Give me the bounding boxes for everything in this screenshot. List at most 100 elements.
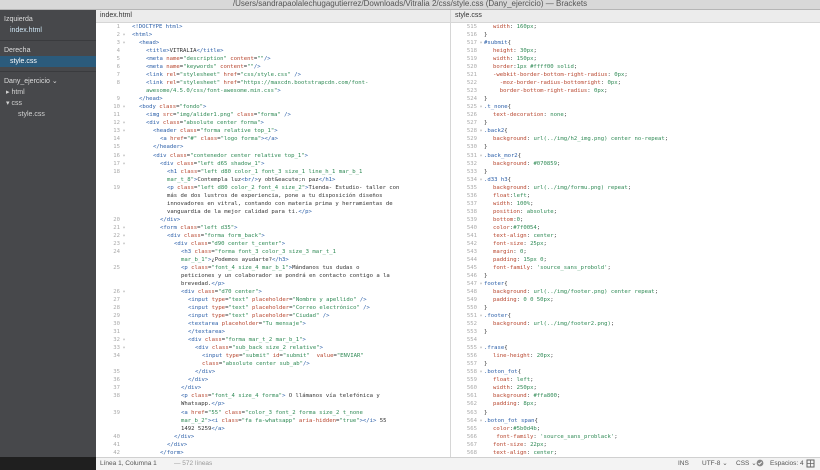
code-line[interactable]: 5<meta name="description" content=""/> [96, 55, 450, 63]
encoding-select[interactable]: UTF-8 ⌄ [702, 458, 728, 470]
code-line[interactable]: 26▾<div class="d70 center"> [96, 288, 450, 296]
code-line[interactable]: 20</div> [96, 216, 450, 224]
code-line[interactable]: 24<h3 class="forma font_3 color_3 size_3… [96, 248, 450, 256]
tab-index-html[interactable]: index.html [96, 10, 450, 23]
code-line[interactable]: 31</textarea> [96, 328, 450, 336]
code-line[interactable]: peticiones y un colaborador se pondrá en… [96, 272, 450, 280]
code-line[interactable]: 560width: 250px; [451, 384, 820, 392]
code-line[interactable]: 18<h1 class="left d80 color_1 font_3 siz… [96, 168, 450, 176]
code-line[interactable]: 562padding: 8px; [451, 400, 820, 408]
code-line[interactable]: 531▾.back_mor2{ [451, 152, 820, 160]
code-line[interactable]: 520border:1px #ffff00 solid; [451, 63, 820, 71]
code-line[interactable]: 519width: 150px; [451, 55, 820, 63]
code-line[interactable]: 522 -moz-border-radius-bottomright: 0px; [451, 79, 820, 87]
code-line[interactable]: 535background: url(../img/formu.png) rep… [451, 184, 820, 192]
code-line[interactable]: 568text-align: center; [451, 449, 820, 457]
code-line[interactable]: 10▾<body class="fondo"> [96, 103, 450, 111]
fold-toggle-icon[interactable]: ▾ [121, 344, 127, 352]
code-line[interactable]: 555▾.frase{ [451, 344, 820, 352]
code-line[interactable]: 528▾.back2{ [451, 127, 820, 135]
fold-toggle-icon[interactable]: ▾ [121, 336, 127, 344]
code-line[interactable]: 558▾.boton_fot{ [451, 368, 820, 376]
code-line[interactable]: 525▾.t_none{ [451, 103, 820, 111]
code-line[interactable]: 521-webkit-border-bottom-right-radius: 0… [451, 71, 820, 79]
code-line[interactable]: 1<!DOCTYPE html> [96, 23, 450, 31]
code-line[interactable]: 552background: url(../img/footer2.png); [451, 320, 820, 328]
code-line[interactable]: 540color:#7f0054; [451, 224, 820, 232]
code-line[interactable]: 553} [451, 328, 820, 336]
code-line[interactable]: 548background: url(../img/footer.png) ce… [451, 288, 820, 296]
code-line[interactable]: 564▾.boton_fot span{ [451, 417, 820, 425]
code-line[interactable]: vanguardia de la mejor calidad para ti.<… [96, 208, 450, 216]
code-line[interactable]: 561background: #ffa800; [451, 392, 820, 400]
code-line[interactable]: 547▾footer{ [451, 280, 820, 288]
code-line[interactable]: 565color:#5b0d4b; [451, 425, 820, 433]
fold-toggle-icon[interactable]: ▾ [121, 240, 127, 248]
fold-toggle-icon[interactable]: ▾ [121, 39, 127, 47]
code-line[interactable]: brevedad.</p> [96, 280, 450, 288]
code-line[interactable]: 534▾.d33 h3{ [451, 176, 820, 184]
code-line[interactable]: 557} [451, 360, 820, 368]
tree-folder-html[interactable]: ▸ html [0, 87, 96, 98]
code-line[interactable]: 33▾<div class="sub_back size_2 relative"… [96, 344, 450, 352]
code-line[interactable]: 3▾<head> [96, 39, 450, 47]
code-line[interactable]: 515width: 160px; [451, 23, 820, 31]
code-line[interactable]: 34<input type="submit" id="submit" value… [96, 352, 450, 360]
code-line[interactable]: mar_b_1">¿Podemos ayudarte?</h3> [96, 256, 450, 264]
code-line[interactable]: 4<title>VITRALIA</title> [96, 47, 450, 55]
code-line[interactable]: 7<link rel="stylesheet" href="css/style.… [96, 71, 450, 79]
code-line[interactable]: 538position: absolute; [451, 208, 820, 216]
code-line[interactable]: 554 [451, 336, 820, 344]
code-line[interactable]: 542font-size: 25px; [451, 240, 820, 248]
code-line[interactable]: 541text-align: center; [451, 232, 820, 240]
code-line[interactable]: 42</form> [96, 449, 450, 457]
code-line[interactable]: 549padding: 0 0 50px; [451, 296, 820, 304]
code-line[interactable]: 29<input type="text" placeholder="Ciudad… [96, 312, 450, 320]
code-line[interactable]: 526text-decoration: none; [451, 111, 820, 119]
code-line[interactable]: 35</div> [96, 368, 450, 376]
code-line[interactable]: 41</div> [96, 441, 450, 449]
code-line[interactable]: 8<link rel="stylesheet" href="https://ma… [96, 79, 450, 87]
code-line[interactable]: 516} [451, 31, 820, 39]
code-line[interactable]: 40</div> [96, 433, 450, 441]
fold-toggle-icon[interactable]: ▾ [121, 152, 127, 160]
project-name[interactable]: Dany_ejercicio ⌄ [0, 76, 96, 87]
code-line[interactable]: 38<p class="font_4 size_4 forma"> O llám… [96, 392, 450, 400]
code-line[interactable]: 23▾<div class="d90 center t_center"> [96, 240, 450, 248]
code-line[interactable]: 559float: left; [451, 376, 820, 384]
fold-toggle-icon[interactable]: ▾ [121, 232, 127, 240]
code-line[interactable]: 12▾<div class="absolute center forma"> [96, 119, 450, 127]
indent-spaces[interactable]: Espacios: 4 [770, 458, 804, 470]
lint-status-icon[interactable] [756, 458, 764, 470]
code-line[interactable]: 518height: 30px; [451, 47, 820, 55]
editor-left-pane[interactable]: index.html 1<!DOCTYPE html>2▾<html>3▾<he… [96, 10, 451, 457]
code-line[interactable]: 28<input type="text" placeholder="Correo… [96, 304, 450, 312]
code-line[interactable]: 543margin: 0; [451, 248, 820, 256]
code-line[interactable]: 36</div> [96, 376, 450, 384]
code-line[interactable]: 530} [451, 143, 820, 151]
code-line[interactable]: 523 border-bottom-right-radius: 0px; [451, 87, 820, 95]
code-line[interactable]: 6<meta name="keywords" content=""/> [96, 63, 450, 71]
fold-toggle-icon[interactable]: ▾ [121, 127, 127, 135]
code-line[interactable]: mar_t_8">Contempla luz<br/>y obt&eacute;… [96, 176, 450, 184]
code-line[interactable]: 550} [451, 304, 820, 312]
code-line[interactable]: 529background: url(../img/h2_img.png) ce… [451, 135, 820, 143]
code-line[interactable]: 14<a href="#" class="logo forma"></a> [96, 135, 450, 143]
code-line[interactable]: 517▾#submit{ [451, 39, 820, 47]
cursor-position[interactable]: Línea 1, Columna 1 [100, 458, 157, 470]
code-line[interactable]: más de dos lustros de experiencia, pone … [96, 192, 450, 200]
code-line[interactable]: class="absolute center sub_ab"/> [96, 360, 450, 368]
code-line[interactable]: 30<textarea placeholder="Tu mensaje"> [96, 320, 450, 328]
editor-right-pane[interactable]: style.css 515width: 160px;516}517▾#submi… [451, 10, 820, 457]
fold-toggle-icon[interactable]: ▾ [121, 103, 127, 111]
tree-file-style-css[interactable]: style.css [0, 109, 96, 120]
code-line[interactable]: 25<p class="font_4 size_4 mar_b_1">Mánda… [96, 264, 450, 272]
tree-folder-css[interactable]: ▾ css [0, 98, 96, 109]
code-line[interactable]: 11<img src="img/alider1.png" class="form… [96, 111, 450, 119]
code-line[interactable]: 21▾<form class="left d35"> [96, 224, 450, 232]
fold-toggle-icon[interactable]: ▾ [121, 288, 127, 296]
code-line[interactable]: awesome/4.5.0/css/font-awesome.min.css"> [96, 87, 450, 95]
code-line[interactable]: 563} [451, 409, 820, 417]
language-select[interactable]: CSS ⌄ [736, 458, 757, 470]
code-line[interactable]: 9</head> [96, 95, 450, 103]
